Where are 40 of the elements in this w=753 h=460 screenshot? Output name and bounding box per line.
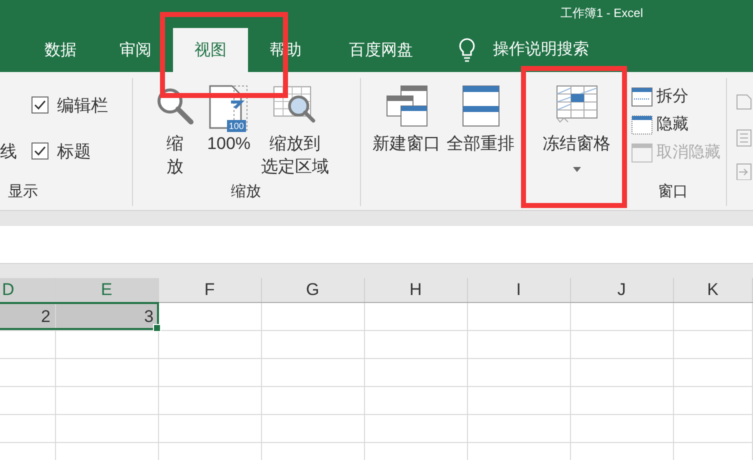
hide-window-icon	[630, 114, 652, 134]
zoom-button[interactable]: 100 100%	[206, 78, 251, 155]
zoom-button[interactable]: 缩放到 选定区域	[260, 78, 329, 178]
window-button[interactable]: 新建窗口	[372, 78, 440, 155]
group-label: 窗口	[657, 182, 689, 202]
column-header[interactable]: G	[262, 278, 365, 302]
checkbox[interactable]	[31, 96, 49, 114]
table-cell	[0, 387, 56, 415]
zoom-button[interactable]: 缩 放	[152, 78, 197, 178]
ribbon-tab[interactable]: 百度网盘	[323, 28, 439, 72]
split-icon	[630, 86, 652, 106]
window-option-button[interactable]: 隐藏	[630, 114, 720, 135]
column-header[interactable]: J	[570, 278, 674, 302]
checkbox-label: 标题	[57, 140, 91, 162]
window-button[interactable]: 全部重排	[446, 78, 514, 155]
column-header[interactable]: F	[158, 278, 262, 302]
unhide-window-icon	[630, 142, 652, 162]
window-title: 工作簿1 - Excel	[560, 4, 643, 22]
group-label: 显示	[7, 182, 39, 202]
checkbox-label: 线	[0, 140, 17, 162]
column-header[interactable]: D	[0, 278, 56, 302]
window-option-button[interactable]: 拆分	[630, 86, 720, 107]
column-header[interactable]: E	[56, 278, 159, 302]
table-cell	[0, 415, 56, 443]
ribbon-tab[interactable]: 审阅	[98, 28, 173, 72]
window-button[interactable]: 冻结窗格	[542, 78, 610, 172]
table-cell	[0, 359, 56, 387]
column-header[interactable]: I	[468, 278, 571, 302]
ribbon-tab[interactable]: 数据	[23, 28, 98, 72]
ribbon-tab[interactable]: 视图	[173, 28, 248, 72]
caret-icon	[572, 167, 580, 172]
tell-me-search[interactable]: 操作说明搜索	[493, 28, 589, 72]
lightbulb-icon[interactable]	[457, 37, 477, 63]
table-cell	[0, 331, 56, 359]
group-label: 缩放	[230, 182, 262, 202]
checkbox[interactable]	[31, 142, 49, 160]
column-header[interactable]: H	[364, 278, 468, 302]
column-header[interactable]: K	[674, 278, 753, 302]
windows-icon	[384, 84, 428, 128]
checkbox-label: 编辑栏	[57, 94, 108, 116]
